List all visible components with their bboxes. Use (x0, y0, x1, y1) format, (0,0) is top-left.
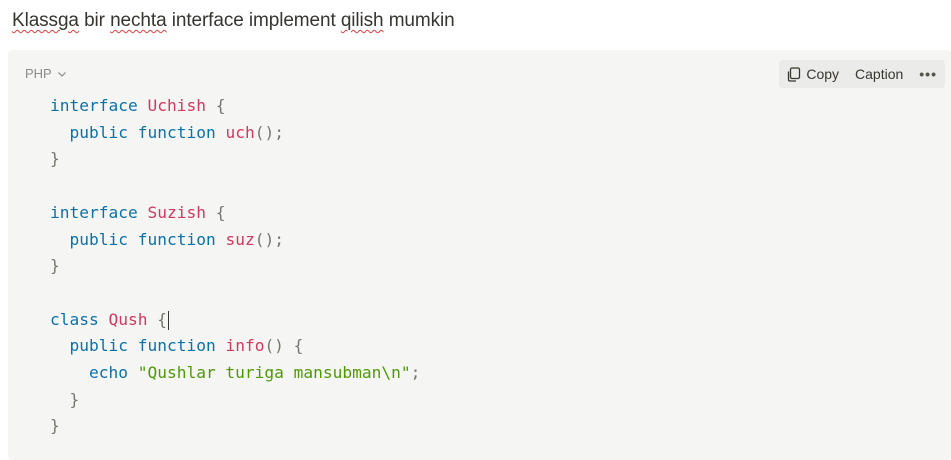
text-cursor (167, 310, 169, 330)
code-line: interface Uchish { (50, 96, 226, 115)
text-block-heading[interactable]: Klassga bir nechta interface implement q… (12, 10, 455, 32)
code-line: } (50, 149, 60, 169)
caption-label: Caption (855, 66, 904, 82)
code-line: class Qush { (50, 309, 169, 330)
copy-button[interactable]: Copy (779, 60, 848, 88)
more-options-button[interactable]: ••• (911, 60, 945, 88)
code-line: } (50, 389, 80, 409)
language-label: PHP (25, 66, 52, 81)
heading-word: interface implement (166, 10, 341, 31)
code-line: public function info() { (69, 336, 304, 356)
heading-word: mumkin (383, 10, 455, 31)
copy-label: Copy (806, 66, 840, 82)
heading-word-nechta: nechta (110, 10, 167, 31)
code-line: } (50, 256, 60, 276)
code-toolbar: Copy Caption ••• (779, 60, 945, 88)
caption-button[interactable]: Caption (847, 60, 912, 88)
language-selector[interactable]: PHP (25, 66, 67, 81)
code-line: } (50, 416, 60, 436)
heading-word: bir (78, 10, 111, 31)
code-editor[interactable]: interface Uchish { public function uch()… (50, 93, 420, 440)
code-line: echo "Qushlar turiga mansubman\n"; (88, 363, 421, 383)
code-line: public function uch(); (69, 122, 284, 142)
copy-icon (788, 66, 801, 82)
heading-word-klassga: Klassga (12, 10, 79, 31)
heading-word-qilish: qilish (340, 10, 384, 31)
more-dots-icon: ••• (919, 66, 937, 82)
code-line: interface Suzish { (50, 202, 226, 222)
chevron-down-icon (57, 71, 66, 77)
code-line: public function suz(); (69, 229, 284, 249)
code-block[interactable]: PHP Copy Caption ••• interface Uchish { … (8, 50, 951, 460)
